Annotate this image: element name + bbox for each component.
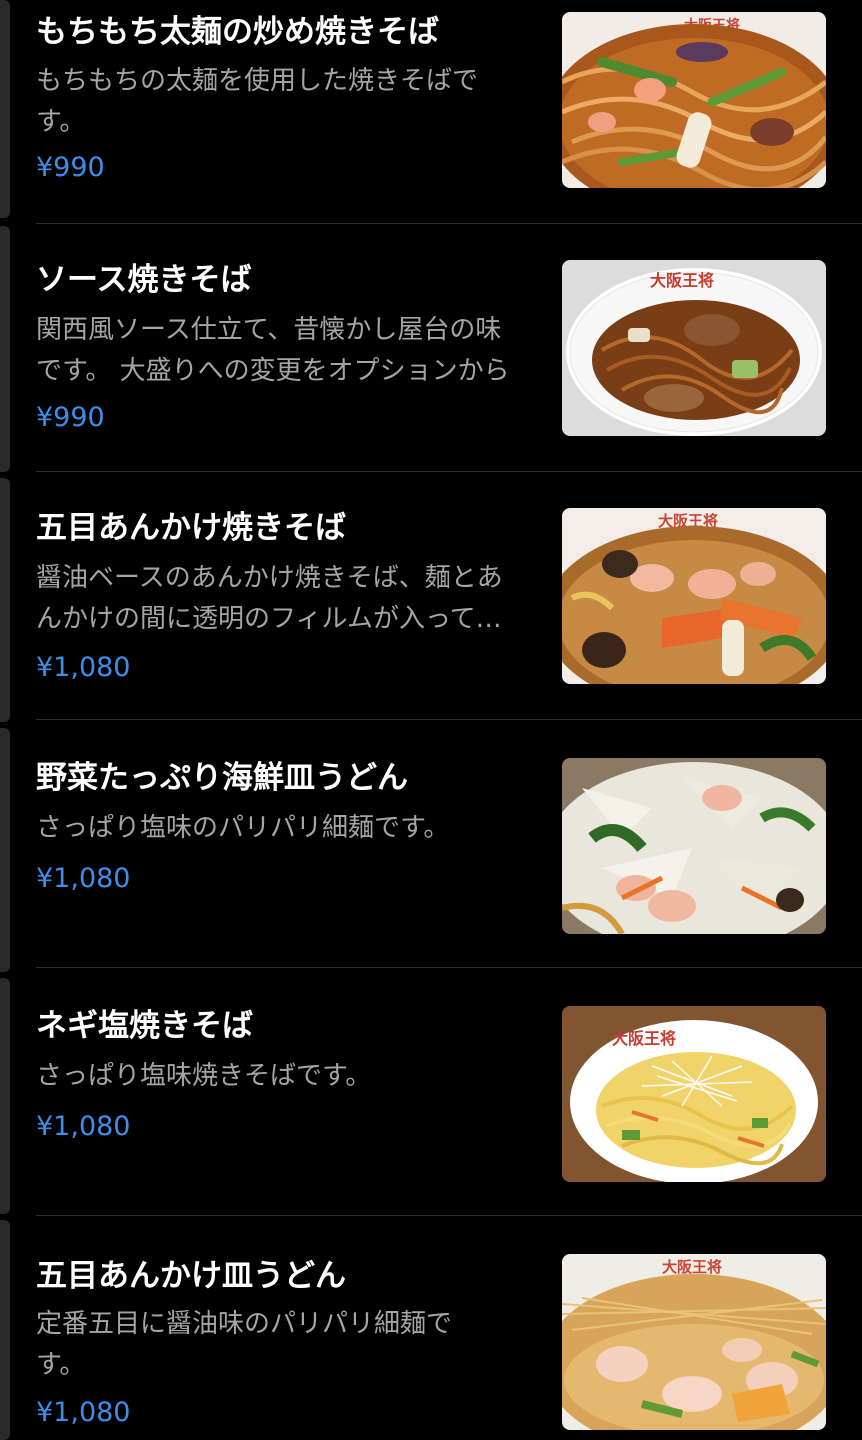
item-description: 定番五目に醤油味のパリパリ細麺です。 bbox=[36, 1309, 453, 1380]
seafood-sara-udon-photo bbox=[562, 758, 826, 934]
item-description: さっぱり塩味焼きそばです。 bbox=[36, 1061, 372, 1091]
item-price: ¥1,080 bbox=[36, 652, 131, 683]
menu-item[interactable]: ネギ塩焼きそば さっぱり塩味焼きそばです。 ¥1,080 大阪王将 bbox=[36, 968, 862, 1216]
item-title: 五目あんかけ焼きそば bbox=[36, 510, 346, 546]
item-price: ¥990 bbox=[36, 152, 105, 183]
svg-text:大阪王将: 大阪王将 bbox=[662, 1258, 722, 1276]
menu-item[interactable]: もちもち太麺の炒め焼きそば もちもちの太麺を使用した焼きそばです。 ¥990 大… bbox=[36, 0, 862, 224]
svg-text:大阪王将: 大阪王将 bbox=[650, 271, 714, 290]
item-description: 醤油ベースのあんかけ焼きそば、麺とあんかけの間に透明のフィルムが入っています bbox=[36, 563, 503, 634]
item-price: ¥1,080 bbox=[36, 863, 131, 894]
item-price: ¥1,080 bbox=[36, 1111, 131, 1142]
item-description: さっぱり塩味のパリパリ細麺です。 bbox=[36, 813, 450, 843]
item-photo[interactable]: 大阪王将 bbox=[562, 1006, 826, 1182]
item-title: 野菜たっぷり海鮮皿うどん bbox=[36, 760, 408, 796]
sauce-yakisoba-photo: 大阪王将 bbox=[562, 260, 826, 436]
item-description: 関西風ソース仕立て、昔懐かし屋台の味です。 大盛りへの変更をオプションから bbox=[36, 315, 510, 386]
item-photo[interactable]: 大阪王将 bbox=[562, 12, 826, 188]
gomoku-ankake-yakisoba-photo: 大阪王将 bbox=[562, 508, 826, 684]
item-photo[interactable] bbox=[562, 758, 826, 934]
menu-item[interactable]: 五目あんかけ皿うどん 定番五目に醤油味のパリパリ細麺です。 ¥1,080 大阪王… bbox=[36, 1216, 862, 1440]
item-price: ¥990 bbox=[36, 402, 105, 433]
item-photo[interactable]: 大阪王将 bbox=[562, 508, 826, 684]
item-photo[interactable]: 大阪王将 bbox=[562, 1254, 826, 1430]
negi-shio-yakisoba-photo: 大阪王将 bbox=[562, 1006, 826, 1182]
menu-item[interactable]: 野菜たっぷり海鮮皿うどん さっぱり塩味のパリパリ細麺です。 ¥1,080 bbox=[36, 720, 862, 968]
item-title: ネギ塩焼きそば bbox=[36, 1008, 253, 1044]
item-title: 五目あんかけ皿うどん bbox=[36, 1258, 346, 1294]
item-title: ソース焼きそば bbox=[36, 262, 252, 298]
menu-item[interactable]: ソース焼きそば 関西風ソース仕立て、昔懐かし屋台の味です。 大盛りへの変更をオプ… bbox=[36, 224, 862, 472]
item-description: もちもちの太麺を使用した焼きそばです。 bbox=[36, 66, 479, 137]
item-price: ¥1,080 bbox=[36, 1397, 131, 1428]
menu-item[interactable]: 五目あんかけ焼きそば 醤油ベースのあんかけ焼きそば、麺とあんかけの間に透明のフィ… bbox=[36, 472, 862, 720]
thick-noodle-yakisoba-photo: 大阪王将 bbox=[562, 12, 826, 188]
gomoku-ankake-sara-udon-photo: 大阪王将 bbox=[562, 1254, 826, 1430]
svg-text:大阪王将: 大阪王将 bbox=[612, 1029, 676, 1048]
item-title: もちもち太麺の炒め焼きそば bbox=[36, 14, 439, 50]
item-photo[interactable]: 大阪王将 bbox=[562, 260, 826, 436]
menu-list: もちもち太麺の炒め焼きそば もちもちの太麺を使用した焼きそばです。 ¥990 大… bbox=[0, 0, 862, 1440]
